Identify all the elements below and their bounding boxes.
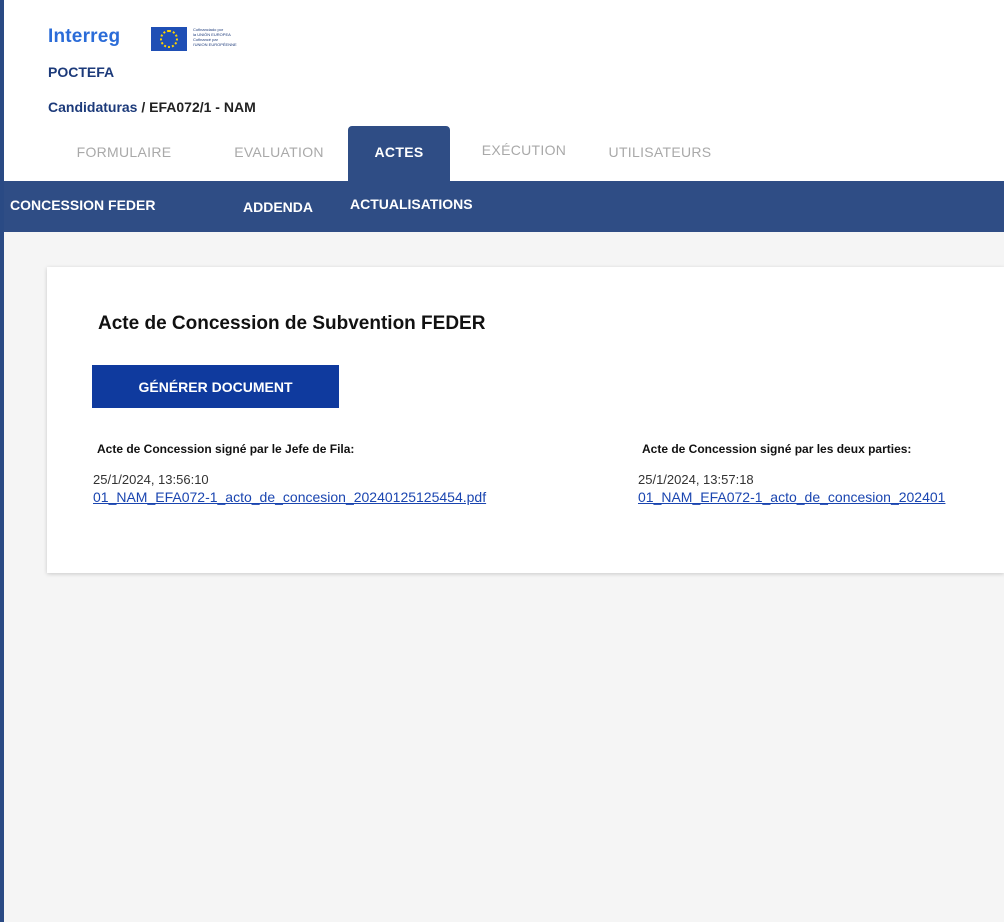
document-label: Acte de Concession signé par le Jefe de … (97, 442, 355, 456)
main-tabs: FORMULAIRE EVALUATION ACTES EXÉCUTION UT… (4, 126, 1004, 181)
breadcrumb-current: EFA072/1 - NAM (149, 99, 256, 115)
document-file-link[interactable]: 01_NAM_EFA072-1_acto_de_concesion_202401 (638, 489, 1004, 505)
tab-formulaire[interactable]: FORMULAIRE (64, 126, 184, 181)
tab-actes[interactable]: ACTES (348, 126, 450, 181)
logo-program: POCTEFA (48, 64, 115, 80)
tab-utilisateurs[interactable]: UTILISATEURS (598, 126, 722, 181)
document-label: Acte de Concession signé par les deux pa… (642, 442, 912, 456)
tab-execution[interactable]: EXÉCUTION (474, 126, 574, 181)
generate-document-button[interactable]: GÉNÉRER DOCUMENT (92, 365, 339, 408)
breadcrumb-link-candidaturas[interactable]: Candidaturas (48, 99, 137, 115)
document-file-link[interactable]: 01_NAM_EFA072-1_acto_de_concesion_202401… (93, 489, 486, 505)
document-deux-parties: Acte de Concession signé par les deux pa… (638, 442, 1004, 505)
subnav-actualisations[interactable]: ACTUALISATIONS (350, 196, 473, 212)
content-area: Acte de Concession de Subvention FEDER G… (4, 232, 1004, 922)
card-title: Acte de Concession de Subvention FEDER (98, 313, 486, 334)
tab-evaluation[interactable]: EVALUATION (222, 126, 336, 181)
sub-navigation: CONCESSION FEDER ADDENDA ACTUALISATIONS (4, 181, 1004, 232)
eu-cofinancing-text: Cofinanciado por la UNIÓN EUROPEA Cofina… (193, 27, 237, 47)
breadcrumb: Candidaturas / EFA072/1 - NAM (48, 99, 256, 115)
document-timestamp: 25/1/2024, 13:56:10 (93, 472, 209, 487)
subnav-concession-feder[interactable]: CONCESSION FEDER (10, 197, 155, 213)
subnav-addenda[interactable]: ADDENDA (243, 199, 313, 215)
document-timestamp: 25/1/2024, 13:57:18 (638, 472, 754, 487)
logo-name: Interreg (48, 26, 121, 47)
eu-flag-icon (151, 27, 187, 51)
document-jefe-de-fila: Acte de Concession signé par le Jefe de … (93, 442, 486, 505)
concession-card: Acte de Concession de Subvention FEDER G… (47, 267, 1004, 573)
breadcrumb-separator: / (141, 99, 146, 115)
